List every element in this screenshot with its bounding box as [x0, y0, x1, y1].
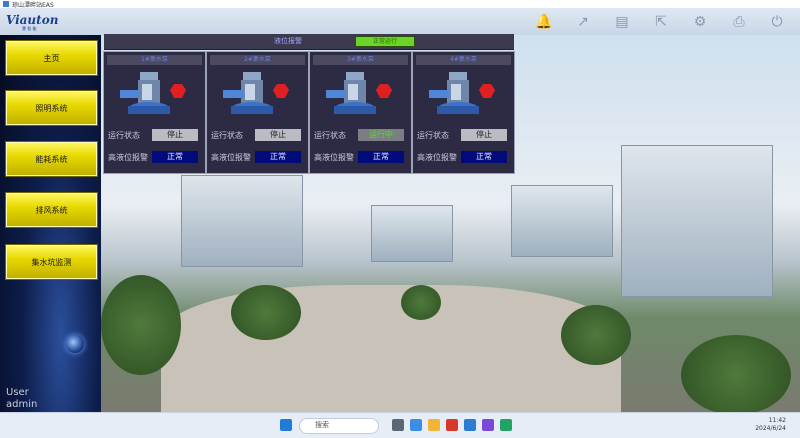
- nav-label: 照明系统: [35, 103, 68, 113]
- status-bar: 液位报警 正常运行: [104, 34, 514, 50]
- sidebar: 主页 照明系统 能耗系统 排风系统 集水坑监测 User admin: [0, 35, 101, 412]
- alarm-label: 高液位报警: [211, 153, 251, 162]
- power-icon[interactable]: ⏻: [768, 13, 786, 31]
- header-bar: Viauton 慧 智 能 🔔 ↗ ▤ ⇱ ⚙ ⎙ ⏻: [0, 8, 800, 35]
- nav-label: 能耗系统: [35, 154, 68, 164]
- nav-label: 排风系统: [35, 205, 68, 215]
- trend-icon[interactable]: ↗: [574, 13, 592, 31]
- export-icon[interactable]: ⇱: [652, 13, 670, 31]
- app-icon[interactable]: [446, 419, 458, 431]
- run-status-value: 运行中: [358, 129, 404, 141]
- taskbar-clock[interactable]: 11:42 2024/6/24: [755, 417, 786, 433]
- widgets-icon[interactable]: [410, 419, 422, 431]
- pump-icon: [429, 72, 495, 114]
- run-status-value: 停止: [255, 129, 301, 141]
- user-label: User: [6, 387, 29, 398]
- panel-title: 3#集水泵: [313, 55, 408, 65]
- start-icon[interactable]: [280, 419, 292, 431]
- app-icon: [3, 1, 9, 7]
- alarm-value: 正常: [461, 151, 507, 163]
- building: [181, 175, 303, 267]
- pump-icon: [120, 72, 186, 114]
- pump-panel-3: 3#集水泵 运行状态 运行中 高液位报警 正常: [309, 51, 412, 174]
- run-status-row: 运行状态 停止: [104, 129, 205, 141]
- nav-energy[interactable]: 能耗系统: [5, 141, 98, 177]
- window-titlebar: 琼山潭畔站EAS: [0, 0, 800, 9]
- logo-subtitle: 慧 智 能: [22, 26, 37, 31]
- app-icon[interactable]: [500, 419, 512, 431]
- nav-sump-monitoring[interactable]: 集水坑监测: [5, 244, 98, 280]
- run-status-label: 运行状态: [211, 131, 243, 140]
- alarm-value: 正常: [358, 151, 404, 163]
- run-status-row: 运行状态 停止: [413, 129, 514, 141]
- app-icon[interactable]: [482, 419, 494, 431]
- nav-home[interactable]: 主页: [5, 40, 98, 76]
- tree: [231, 285, 301, 340]
- alarm-value: 正常: [152, 151, 198, 163]
- alarm-row: 高液位报警 正常: [413, 151, 514, 163]
- plaza: [161, 285, 621, 412]
- nav-label: 主页: [43, 53, 60, 63]
- building: [621, 145, 773, 297]
- tree: [101, 275, 181, 375]
- alarm-value: 正常: [255, 151, 301, 163]
- status-label: 液位报警: [274, 37, 302, 45]
- run-status-value: 停止: [152, 129, 198, 141]
- nav-ventilation[interactable]: 排风系统: [5, 192, 98, 228]
- run-status-label: 运行状态: [314, 131, 346, 140]
- bell-icon[interactable]: 🔔: [535, 13, 553, 31]
- panel-title: 1#集水泵: [107, 55, 202, 65]
- status-indicator: 正常运行: [355, 36, 415, 47]
- pump-icon: [326, 72, 392, 114]
- clock-date: 2024/6/24: [755, 425, 786, 432]
- building: [371, 205, 453, 262]
- planet-graphic: [66, 335, 84, 353]
- panel-title: 2#集水泵: [210, 55, 305, 65]
- run-status-row: 运行状态 停止: [207, 129, 308, 141]
- task-view-icon[interactable]: [392, 419, 404, 431]
- run-status-label: 运行状态: [108, 131, 140, 140]
- pump-panel-2: 2#集水泵 运行状态 停止 高液位报警 正常: [206, 51, 309, 174]
- alarm-row: 高液位报警 正常: [310, 151, 411, 163]
- pump-panel-1: 1#集水泵 运行状态 停止 高液位报警 正常: [103, 51, 206, 174]
- pump-icon: [223, 72, 289, 114]
- file-explorer-icon[interactable]: [428, 419, 440, 431]
- user-info: User admin: [6, 387, 37, 411]
- nav-lighting[interactable]: 照明系统: [5, 90, 98, 126]
- nav-label: 集水坑监测: [31, 257, 72, 267]
- search-placeholder: 搜索: [315, 421, 329, 429]
- settings-icon[interactable]: ⚙: [691, 13, 709, 31]
- app-icon[interactable]: [464, 419, 476, 431]
- tree: [561, 305, 631, 365]
- alarm-row: 高液位报警 正常: [207, 151, 308, 163]
- alarm-label: 高液位报警: [108, 153, 148, 162]
- clock-time: 11:42: [768, 417, 786, 424]
- taskbar-search[interactable]: 搜索: [299, 418, 379, 434]
- taskbar: 搜索 11:42 2024/6/24: [0, 412, 800, 438]
- logo: Viauton: [6, 13, 59, 27]
- user-name: admin: [6, 399, 38, 410]
- alarm-label: 高液位报警: [314, 153, 354, 162]
- run-status-row: 运行状态 运行中: [310, 129, 411, 141]
- print-icon[interactable]: ⎙: [730, 13, 748, 31]
- alarm-label: 高液位报警: [417, 153, 457, 162]
- tree: [401, 285, 441, 320]
- panel-title: 4#集水泵: [416, 55, 511, 65]
- report-icon[interactable]: ▤: [613, 13, 631, 31]
- building: [511, 185, 613, 257]
- tree: [681, 335, 791, 412]
- pump-panel-4: 4#集水泵 运行状态 停止 高液位报警 正常: [412, 51, 515, 174]
- run-status-value: 停止: [461, 129, 507, 141]
- alarm-row: 高液位报警 正常: [104, 151, 205, 163]
- run-status-label: 运行状态: [417, 131, 449, 140]
